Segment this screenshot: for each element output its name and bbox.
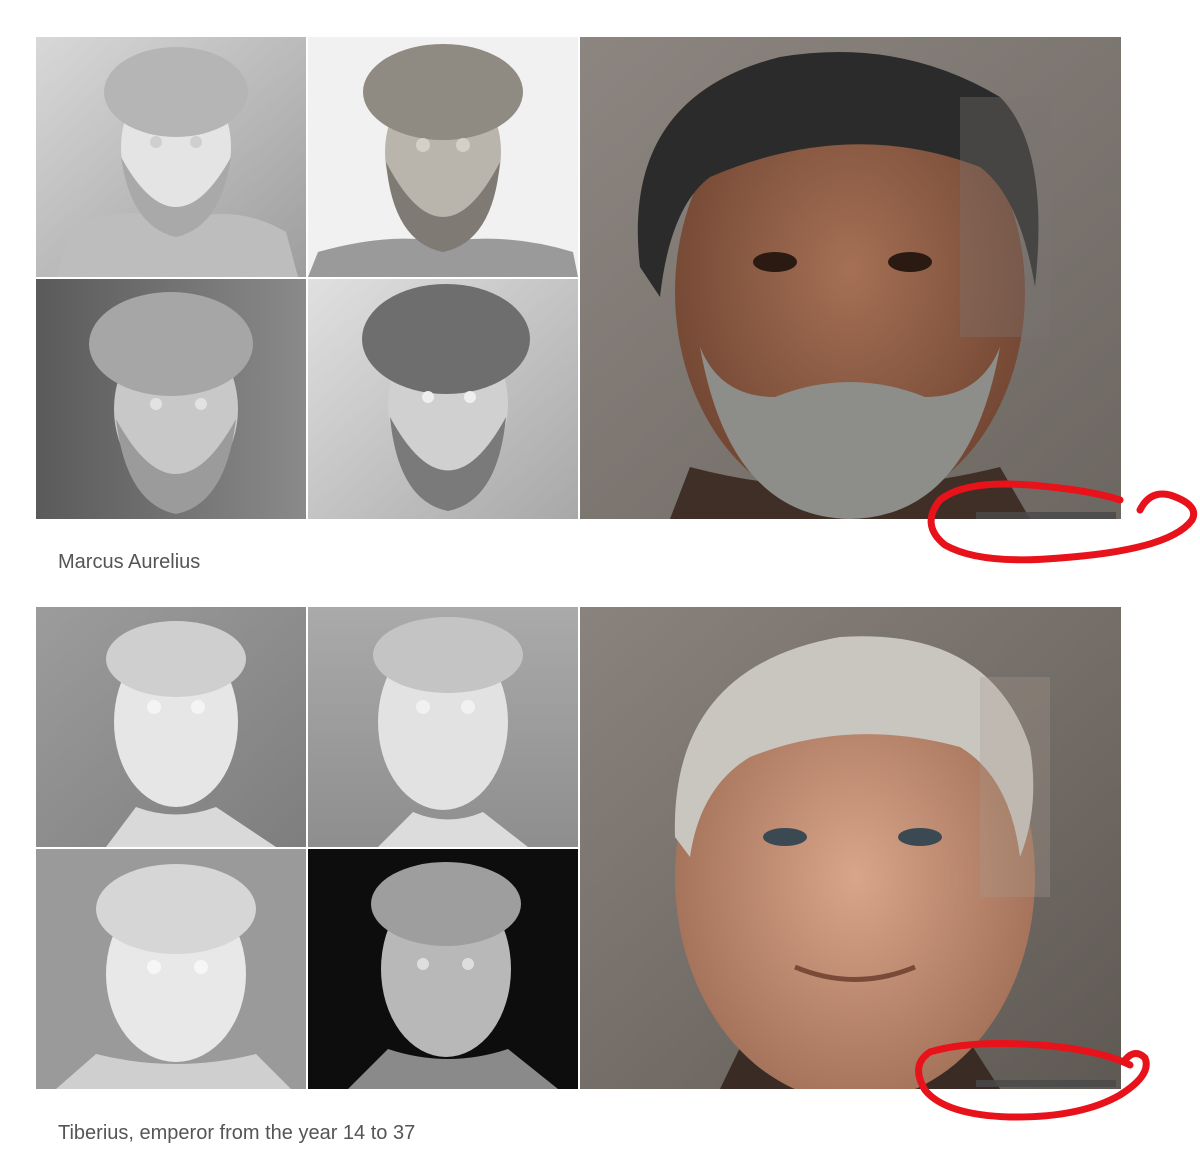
figure-caption: Tiberius, emperor from the year 14 to 37 <box>58 1122 416 1144</box>
figure-marcus-aurelius <box>36 37 1121 519</box>
statue-image <box>36 37 306 277</box>
statue-image <box>36 607 306 847</box>
watermark-text <box>976 512 1116 519</box>
statue-image <box>308 37 578 277</box>
statue-image <box>308 849 578 1089</box>
statue-image <box>308 607 578 847</box>
statue-image <box>36 279 306 519</box>
figure-tiberius <box>36 607 1121 1089</box>
reconstruction-portrait <box>580 37 1121 519</box>
statue-image <box>308 279 578 519</box>
watermark-text <box>976 1080 1116 1087</box>
reconstruction-portrait <box>580 607 1121 1089</box>
figure-caption: Marcus Aurelius <box>58 551 201 573</box>
statue-image <box>36 849 306 1089</box>
